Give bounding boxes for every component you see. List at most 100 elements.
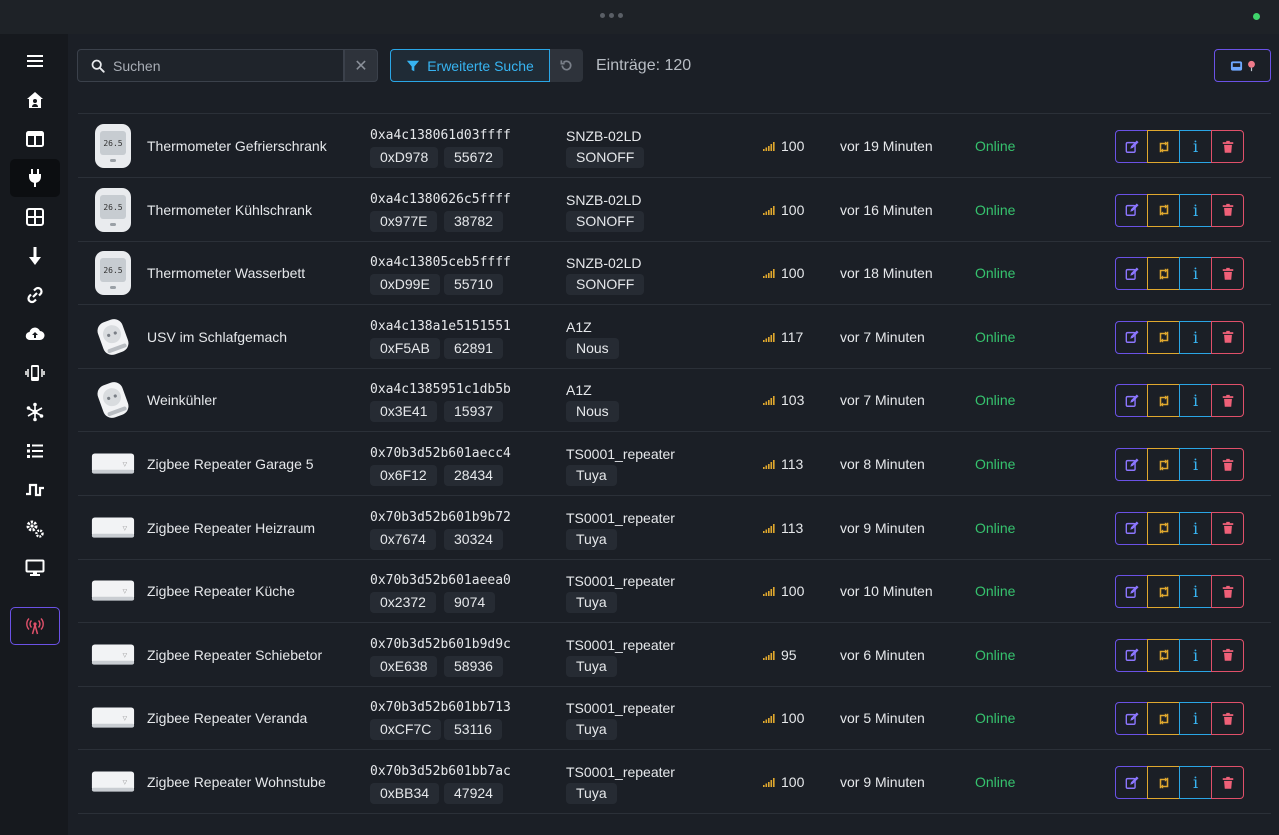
delete-button[interactable] [1211,448,1244,481]
reconfigure-button[interactable] [1147,702,1180,736]
reconfigure-button[interactable] [1147,511,1180,545]
sidebar-item-home[interactable] [10,81,60,119]
device-name[interactable]: Zigbee Repeater Schiebetor [147,647,322,663]
device-name[interactable]: Zigbee Repeater Küche [147,583,295,599]
delete-button[interactable] [1211,702,1244,736]
model-id[interactable]: TS0001_repeater [566,573,675,589]
delete-button[interactable] [1211,193,1244,227]
sidebar-item-dashboard[interactable] [10,120,60,158]
edit-button[interactable] [1115,257,1148,291]
device-name[interactable]: Zigbee Repeater Wohnstube [147,774,326,790]
sidebar-item-monitor[interactable] [10,549,60,587]
edit-button[interactable] [1115,766,1148,799]
model-id[interactable]: TS0001_repeater [566,700,675,716]
sidebar-item-cloud-upload[interactable] [10,315,60,353]
window-drag-handle[interactable] [600,13,623,18]
sidebar-item-cogs[interactable] [10,510,60,548]
sidebar-item-link[interactable] [10,276,60,314]
sidebar-item-list[interactable] [10,432,60,470]
table-row[interactable]: ▽ Zigbee Repeater Küche 0x70b3d52b601aee… [78,559,1271,624]
info-button[interactable]: i [1179,702,1212,736]
edit-button[interactable] [1115,575,1148,609]
reset-button[interactable] [550,49,583,82]
edit-button[interactable] [1115,384,1148,418]
sidebar-item-radio-tower[interactable] [10,607,60,645]
delete-button[interactable] [1211,257,1244,291]
device-name[interactable]: Thermometer Wasserbett [147,265,305,281]
device-name[interactable]: Weinkühler [147,392,217,408]
clear-search-button[interactable]: ✕ [344,49,378,82]
model-id[interactable]: A1Z [566,319,592,335]
edit-button[interactable] [1115,320,1148,354]
search-input[interactable] [113,57,333,74]
info-button[interactable]: i [1179,320,1212,354]
info-button[interactable]: i [1179,257,1212,291]
delete-button[interactable] [1211,638,1244,672]
reconfigure-button[interactable] [1147,766,1180,799]
sidebar-item-plug[interactable] [10,159,60,197]
info-button[interactable]: i [1179,638,1212,672]
device-name[interactable]: Thermometer Kühlschrank [147,202,312,218]
delete-button[interactable] [1211,511,1244,545]
model-id[interactable]: SNZB-02LD [566,128,641,144]
edit-button[interactable] [1115,702,1148,736]
sidebar-item-pulse[interactable] [10,471,60,509]
reconfigure-button[interactable] [1147,575,1180,609]
info-button[interactable]: i [1179,384,1212,418]
info-button[interactable]: i [1179,448,1212,481]
ieee-address: 0xa4c13805ceb5ffff [370,255,511,271]
table-row[interactable]: USV im Schlafgemach 0xa4c138a1e5151551 0… [78,305,1271,369]
edit-button[interactable] [1115,638,1148,672]
table-row[interactable]: 26.5 Thermometer Gefrierschrank 0xa4c138… [78,114,1271,178]
sidebar-item-vibrate[interactable] [10,354,60,392]
edit-button[interactable] [1115,448,1148,481]
sidebar-item-grid[interactable] [10,198,60,236]
delete-button[interactable] [1211,130,1244,163]
reconfigure-button[interactable] [1147,638,1180,672]
model-id[interactable]: SNZB-02LD [566,192,641,208]
model-id[interactable]: TS0001_repeater [566,764,675,780]
delete-button[interactable] [1211,575,1244,609]
table-row[interactable]: ▽ Zigbee Repeater Veranda 0x70b3d52b601b… [78,686,1271,751]
model-id[interactable]: TS0001_repeater [566,510,675,526]
device-name[interactable]: Zigbee Repeater Heizraum [147,520,315,536]
reconfigure-button[interactable] [1147,257,1180,291]
delete-button[interactable] [1211,766,1244,799]
edit-button[interactable] [1115,130,1148,163]
sidebar-item-network[interactable] [10,393,60,431]
delete-button[interactable] [1211,320,1244,354]
table-row[interactable]: ▽ Zigbee Repeater Garage 5 0x70b3d52b601… [78,432,1271,496]
device-name[interactable]: Zigbee Repeater Garage 5 [147,456,314,472]
edit-button[interactable] [1115,193,1148,227]
table-row[interactable]: ▽ Zigbee Repeater Heizraum 0x70b3d52b601… [78,496,1271,560]
reconfigure-button[interactable] [1147,320,1180,354]
edit-button[interactable] [1115,511,1148,545]
reconfigure-button[interactable] [1147,193,1180,227]
info-button[interactable]: i [1179,766,1212,799]
advanced-search-button[interactable]: Erweiterte Suche [390,49,550,82]
reconfigure-button[interactable] [1147,448,1180,481]
model-id[interactable]: TS0001_repeater [566,446,675,462]
table-row[interactable]: 26.5 Thermometer Kühlschrank 0xa4c138062… [78,178,1271,242]
table-row[interactable]: ▽ Zigbee Repeater Wohnstube 0x70b3d52b60… [78,750,1271,814]
device-name[interactable]: Zigbee Repeater Veranda [147,710,307,726]
info-button[interactable]: i [1179,511,1212,545]
model-id[interactable]: TS0001_repeater [566,637,675,653]
model-id[interactable]: A1Z [566,382,592,398]
table-row[interactable]: ▽ Zigbee Repeater Schiebetor 0x70b3d52b6… [78,623,1271,687]
sidebar-item-arrow-down[interactable] [10,237,60,275]
device-name[interactable]: USV im Schlafgemach [147,329,287,345]
table-row[interactable]: Weinkühler 0xa4c1385951c1db5b 0x3E41 159… [78,368,1271,433]
info-button[interactable]: i [1179,193,1212,227]
inbox-button[interactable] [1214,49,1271,82]
delete-button[interactable] [1211,384,1244,418]
info-button[interactable]: i [1179,130,1212,163]
model-id[interactable]: SNZB-02LD [566,255,641,271]
sidebar-item-menu[interactable] [10,42,60,80]
device-name[interactable]: Thermometer Gefrierschrank [147,138,327,154]
table-row[interactable]: 26.5 Thermometer Wasserbett 0xa4c13805ce… [78,241,1271,306]
search-field[interactable] [77,49,344,82]
info-button[interactable]: i [1179,575,1212,609]
reconfigure-button[interactable] [1147,384,1180,418]
reconfigure-button[interactable] [1147,130,1180,163]
